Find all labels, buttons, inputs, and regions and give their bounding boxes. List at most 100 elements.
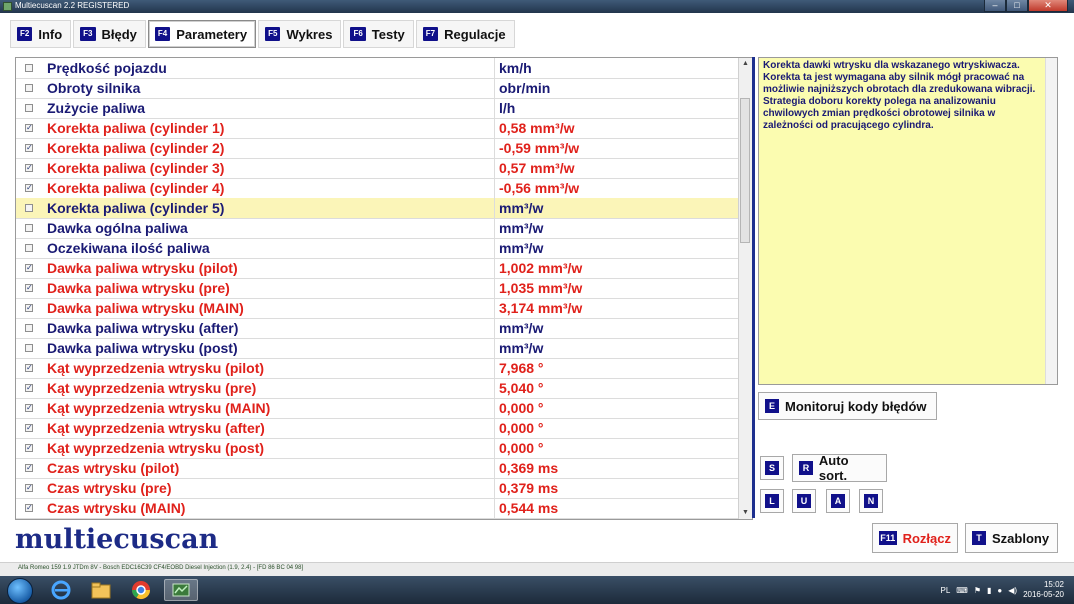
parameter-checkbox[interactable] bbox=[25, 64, 33, 72]
a-button[interactable]: A bbox=[826, 489, 850, 513]
table-row[interactable]: ✓ Dawka paliwa wtrysku (pre) 1,035 mm³/w bbox=[16, 278, 738, 299]
monitor-error-codes-button[interactable]: E Monitoruj kody błędów bbox=[758, 392, 937, 420]
language-indicator[interactable]: PL bbox=[940, 586, 950, 595]
clock[interactable]: 15:02 2016-05-20 bbox=[1023, 580, 1064, 600]
table-row[interactable]: ✓ Czas wtrysku (MAIN) 0,544 ms bbox=[16, 498, 738, 519]
f4-key-icon: F4 bbox=[154, 27, 171, 41]
n-button[interactable]: N bbox=[859, 489, 883, 513]
u-button[interactable]: U bbox=[792, 489, 816, 513]
file-explorer-icon[interactable] bbox=[84, 579, 118, 601]
table-row[interactable]: ✓ Kąt wyprzedzenia wtrysku (pre) 5,040 ° bbox=[16, 378, 738, 399]
description-panel: Korekta dawki wtrysku dla wskazanego wtr… bbox=[758, 57, 1058, 385]
column-divider bbox=[494, 98, 495, 118]
description-scrollbar[interactable] bbox=[1045, 58, 1057, 384]
table-row[interactable]: ✓ Dawka paliwa wtrysku (MAIN) 3,174 mm³/w bbox=[16, 298, 738, 319]
tab-tests[interactable]: F6 Testy bbox=[343, 20, 414, 48]
tab-graph[interactable]: F5 Wykres bbox=[258, 20, 342, 48]
disconnect-button[interactable]: F11 Rozłącz bbox=[872, 523, 958, 553]
parameter-checkbox[interactable]: ✓ bbox=[25, 364, 33, 372]
parameter-checkbox[interactable] bbox=[25, 324, 33, 332]
table-row[interactable]: Zużycie paliwa l/h bbox=[16, 98, 738, 119]
parameter-value: 3,174 mm³/w bbox=[499, 300, 583, 316]
table-row[interactable]: Dawka paliwa wtrysku (after) mm³/w bbox=[16, 318, 738, 339]
keyboard-icon[interactable]: ⌨ bbox=[956, 586, 968, 595]
tab-errors[interactable]: F3 Błędy bbox=[73, 20, 146, 48]
table-row[interactable]: ✓ Dawka paliwa wtrysku (pilot) 1,002 mm³/w bbox=[16, 258, 738, 279]
table-row[interactable]: Korekta paliwa (cylinder 5) mm³/w bbox=[16, 198, 738, 219]
parameter-name: Dawka ogólna paliwa bbox=[47, 220, 188, 236]
parameter-checkbox[interactable]: ✓ bbox=[25, 164, 33, 172]
table-row[interactable]: ✓ Czas wtrysku (pre) 0,379 ms bbox=[16, 478, 738, 499]
table-row[interactable]: Oczekiwana ilość paliwa mm³/w bbox=[16, 238, 738, 259]
parameter-checkbox[interactable] bbox=[25, 244, 33, 252]
table-row[interactable]: ✓ Kąt wyprzedzenia wtrysku (MAIN) 0,000 ° bbox=[16, 398, 738, 419]
battery-icon[interactable]: ▮ bbox=[987, 586, 991, 595]
table-row[interactable]: ✓ Kąt wyprzedzenia wtrysku (after) 0,000 ° bbox=[16, 418, 738, 439]
chrome-icon[interactable] bbox=[124, 579, 158, 601]
parameter-checkbox[interactable]: ✓ bbox=[25, 504, 33, 512]
start-button-icon[interactable] bbox=[7, 578, 33, 604]
parameter-checkbox[interactable]: ✓ bbox=[25, 384, 33, 392]
s-button[interactable]: S bbox=[760, 456, 784, 480]
scroll-up-icon[interactable]: ▲ bbox=[739, 58, 752, 70]
parameter-checkbox[interactable]: ✓ bbox=[25, 184, 33, 192]
minimize-button[interactable]: – bbox=[984, 0, 1006, 12]
parameter-checkbox[interactable] bbox=[25, 84, 33, 92]
table-row[interactable]: ✓ Korekta paliwa (cylinder 4) -0,56 mm³/w bbox=[16, 178, 738, 199]
parameter-checkbox[interactable]: ✓ bbox=[25, 404, 33, 412]
multiecuscan-taskbar-icon[interactable] bbox=[164, 579, 198, 601]
parameter-checkbox[interactable] bbox=[25, 344, 33, 352]
internet-explorer-icon[interactable] bbox=[44, 579, 78, 601]
f7-key-icon: F7 bbox=[422, 27, 439, 41]
parameter-checkbox[interactable] bbox=[25, 104, 33, 112]
column-divider bbox=[494, 498, 495, 518]
table-row[interactable]: ✓ Korekta paliwa (cylinder 2) -0,59 mm³/w bbox=[16, 138, 738, 159]
table-row[interactable]: ✓ Korekta paliwa (cylinder 1) 0,58 mm³/w bbox=[16, 118, 738, 139]
flag-icon[interactable]: ⚑ bbox=[974, 586, 981, 595]
parameter-checkbox[interactable]: ✓ bbox=[25, 444, 33, 452]
templates-button[interactable]: T Szablony bbox=[965, 523, 1058, 553]
scroll-thumb[interactable] bbox=[740, 98, 750, 243]
table-row[interactable]: ✓ Kąt wyprzedzenia wtrysku (pilot) 7,968 ° bbox=[16, 358, 738, 379]
tab-info[interactable]: F2 Info bbox=[10, 20, 72, 48]
grid-scrollbar[interactable]: ▲ ▼ bbox=[738, 58, 752, 519]
table-row[interactable]: Obroty silnika obr/min bbox=[16, 78, 738, 99]
network-icon[interactable]: ● bbox=[997, 586, 1002, 595]
parameter-checkbox[interactable]: ✓ bbox=[25, 464, 33, 472]
parameter-checkbox[interactable]: ✓ bbox=[25, 264, 33, 272]
parameter-checkbox[interactable]: ✓ bbox=[25, 484, 33, 492]
vehicle-status-text: Alfa Romeo 159 1.9 JTDm 8V - Bosch EDC16… bbox=[18, 565, 304, 571]
description-text: Korekta dawki wtrysku dla wskazanego wtr… bbox=[763, 60, 1036, 131]
auto-sort-button[interactable]: R Auto sort. bbox=[792, 453, 887, 483]
parameter-checkbox[interactable] bbox=[25, 224, 33, 232]
table-row[interactable]: ✓ Korekta paliwa (cylinder 3) 0,57 mm³/w bbox=[16, 158, 738, 179]
windows-taskbar: PL ⌨ ⚑ ▮ ● ◀) 15:02 2016-05-20 bbox=[0, 576, 1074, 604]
f5-key-icon: F5 bbox=[265, 27, 281, 41]
table-row[interactable]: Prędkość pojazdu km/h bbox=[16, 58, 738, 79]
l-button[interactable]: L bbox=[760, 489, 784, 513]
f11-key-icon: F11 bbox=[879, 531, 897, 545]
parameter-checkbox[interactable]: ✓ bbox=[25, 424, 33, 432]
button-label: Monitoruj kody błędów bbox=[785, 398, 927, 414]
f2-key-icon: F2 bbox=[17, 27, 33, 41]
tab-parameters[interactable]: F4 Parametery bbox=[147, 20, 257, 48]
close-button[interactable]: ✕ bbox=[1028, 0, 1068, 12]
maximize-button[interactable]: □ bbox=[1006, 0, 1028, 12]
parameter-checkbox[interactable]: ✓ bbox=[25, 284, 33, 292]
volume-icon[interactable]: ◀) bbox=[1008, 586, 1017, 595]
f6-key-icon: F6 bbox=[350, 27, 366, 41]
table-row[interactable]: ✓ Kąt wyprzedzenia wtrysku (post) 0,000 ° bbox=[16, 438, 738, 459]
scroll-down-icon[interactable]: ▼ bbox=[739, 507, 752, 519]
table-row[interactable]: Dawka ogólna paliwa mm³/w bbox=[16, 218, 738, 239]
panel-divider[interactable] bbox=[752, 57, 755, 518]
parameter-grid: Prędkość pojazdu km/h Obroty silnika obr/mi… bbox=[15, 57, 753, 520]
parameter-checkbox[interactable] bbox=[25, 204, 33, 212]
column-divider bbox=[494, 238, 495, 258]
parameter-checkbox[interactable]: ✓ bbox=[25, 124, 33, 132]
tab-adjustments[interactable]: F7 Regulacje bbox=[415, 20, 515, 48]
table-row[interactable]: ✓ Czas wtrysku (pilot) 0,369 ms bbox=[16, 458, 738, 479]
parameter-checkbox[interactable]: ✓ bbox=[25, 144, 33, 152]
parameter-name: Dawka paliwa wtrysku (pilot) bbox=[47, 260, 238, 276]
table-row[interactable]: Dawka paliwa wtrysku (post) mm³/w bbox=[16, 338, 738, 359]
parameter-checkbox[interactable]: ✓ bbox=[25, 304, 33, 312]
